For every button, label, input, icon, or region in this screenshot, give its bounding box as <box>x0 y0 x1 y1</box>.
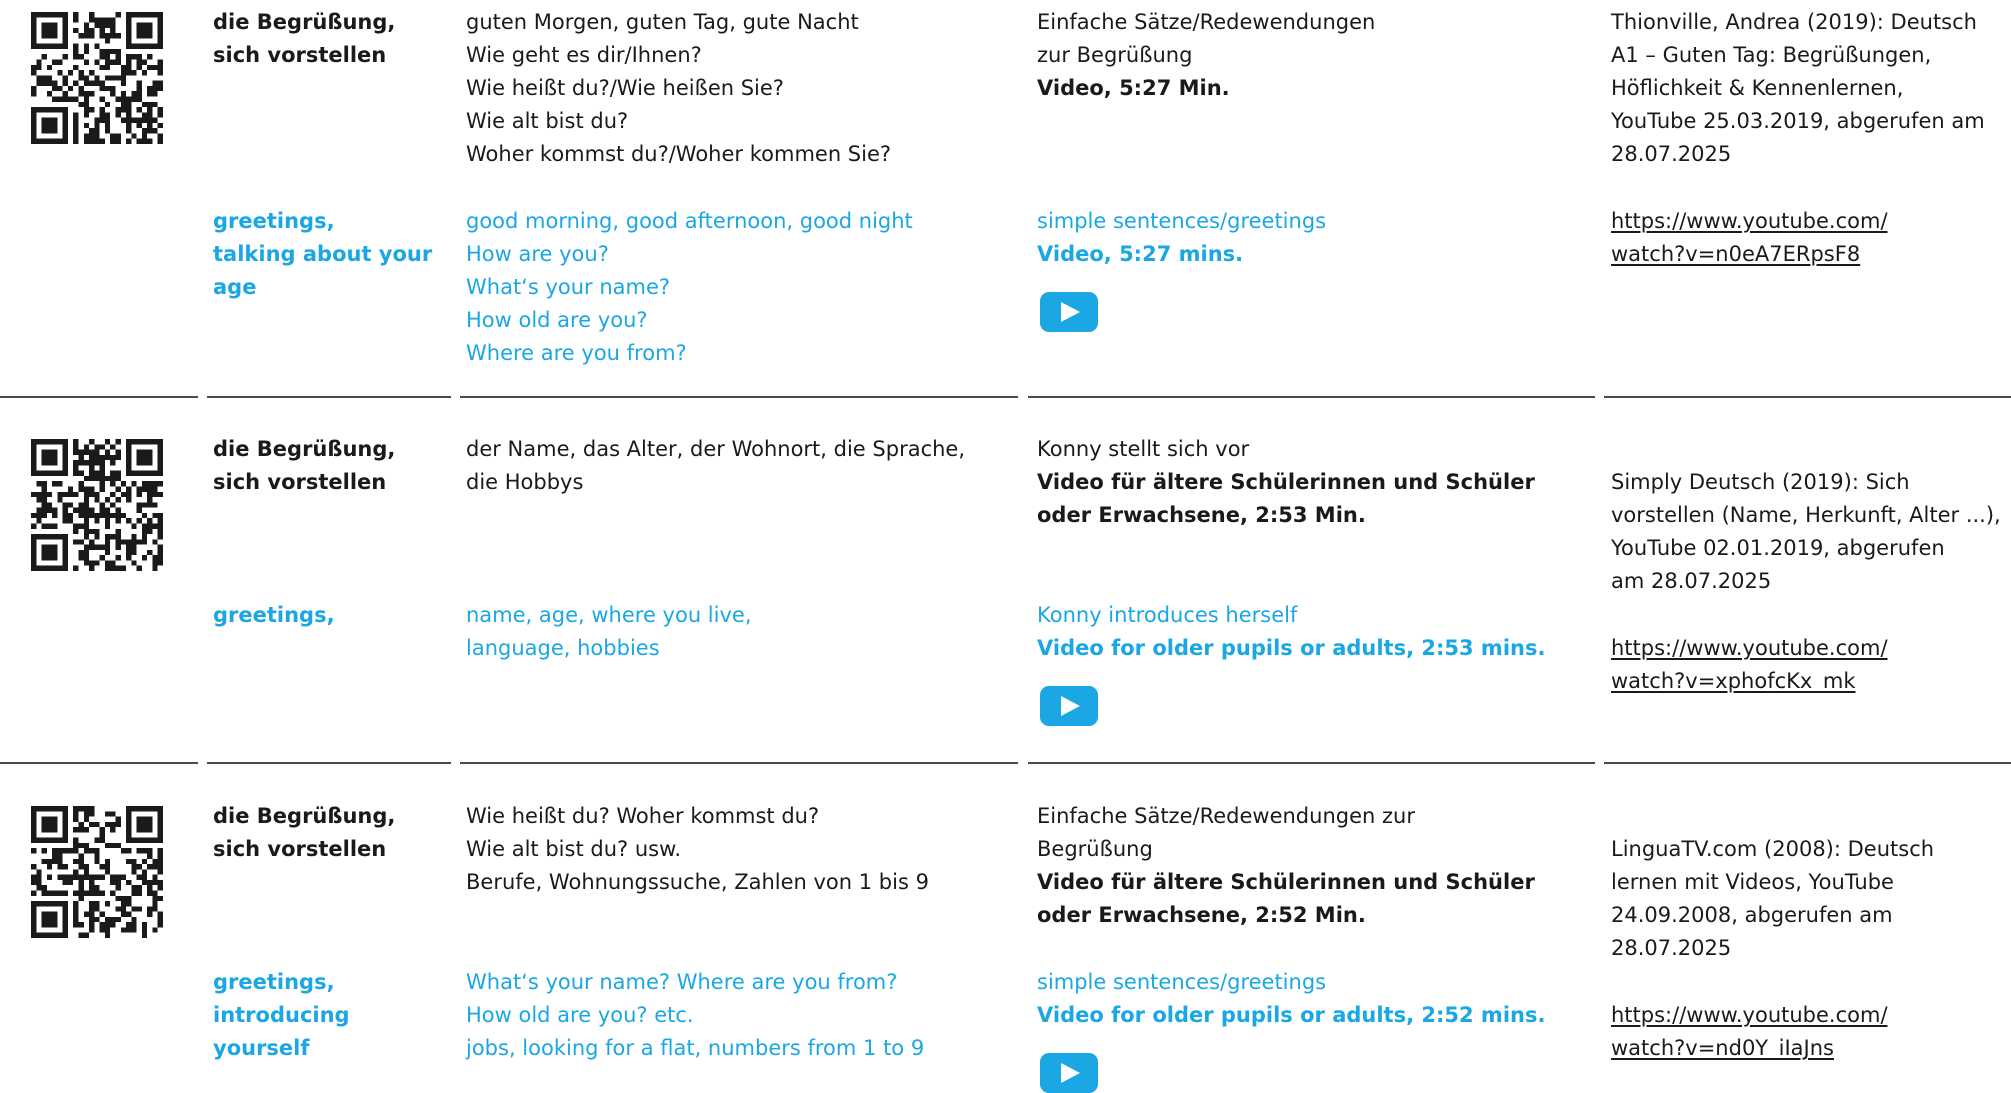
topic-de: die Begrüßung, sich vorstellen <box>213 437 396 494</box>
source-citation: Simply Deutsch (2019): Sich vorstellen (… <box>1611 470 2001 593</box>
play-icon[interactable] <box>1040 686 1098 726</box>
qr-code-icon[interactable] <box>31 12 163 144</box>
divider <box>460 762 1018 764</box>
divider <box>1604 762 2011 764</box>
source-citation: LinguaTV.com (2008): Deutsch lernen mit … <box>1611 837 1935 960</box>
vocabulary-de: Wie heißt du? Woher kommst du? Wie alt b… <box>466 804 929 894</box>
topic-de: die Begrüßung, sich vorstellen <box>213 10 396 67</box>
divider <box>460 396 1018 398</box>
vocabulary-en: good morning, good afternoon, good night… <box>466 209 913 365</box>
play-icon[interactable] <box>1040 292 1098 332</box>
divider <box>0 762 198 764</box>
media-en: Konny introduces herself Video for older… <box>1037 603 1546 660</box>
divider <box>1028 396 1595 398</box>
vocabulary-en: What‘s your name? Where are you from? Ho… <box>466 970 925 1060</box>
media-de: Konny stellt sich vor Video für ältere S… <box>1037 437 1535 527</box>
topic-en: greetings, <box>213 603 335 627</box>
video-link[interactable]: https://www.youtube.com/ watch?v=n0eA7ER… <box>1611 205 2011 271</box>
qr-code-icon[interactable] <box>31 806 163 938</box>
media-en: simple sentences/greetings Video for old… <box>1037 970 1546 1027</box>
topic-de: die Begrüßung, sich vorstellen <box>213 804 396 861</box>
media-de: Einfache Sätze/Redewendungen zur Begrüßu… <box>1037 10 1376 100</box>
media-en: simple sentences/greetings Video, 5:27 m… <box>1037 209 1327 266</box>
topic-en: greetings, talking about your age <box>213 209 433 299</box>
divider <box>207 396 451 398</box>
divider <box>1604 396 2011 398</box>
divider <box>207 762 451 764</box>
vocabulary-de: der Name, das Alter, der Wohnort, die Sp… <box>466 437 966 494</box>
play-icon[interactable] <box>1040 1053 1098 1093</box>
video-link[interactable]: https://www.youtube.com/ watch?v=nd0Y_iI… <box>1611 999 2011 1065</box>
divider <box>0 396 198 398</box>
vocabulary-de: guten Morgen, guten Tag, gute Nacht Wie … <box>466 10 892 166</box>
video-link[interactable]: https://www.youtube.com/ watch?v=xphofcK… <box>1611 632 2011 698</box>
divider <box>1028 762 1595 764</box>
media-de: Einfache Sätze/Redewendungen zur Begrüßu… <box>1037 804 1535 927</box>
topic-en: greetings, introducing yourself <box>213 970 350 1060</box>
qr-code-icon[interactable] <box>31 439 163 571</box>
source-citation: Thionville, Andrea (2019): Deutsch A1 – … <box>1611 10 1985 166</box>
vocabulary-en: name, age, where you live, language, hob… <box>466 603 752 660</box>
